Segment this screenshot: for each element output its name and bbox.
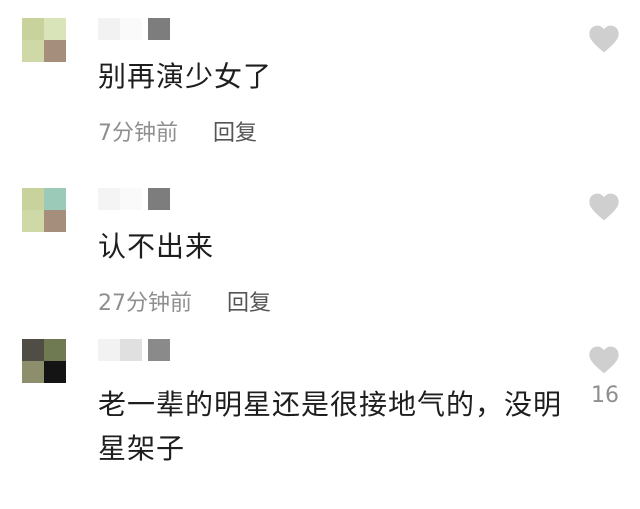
username-blurred[interactable]	[98, 188, 173, 210]
comment-meta: 27分钟前 回复	[98, 285, 271, 317]
comment-text: 老一辈的明星还是很接地气的，没明星架子	[98, 388, 563, 465]
comment-text: 认不出来	[98, 230, 215, 263]
reply-button[interactable]: 回复	[213, 115, 257, 147]
reply-button[interactable]: 回复	[227, 285, 271, 317]
comment-time: 7分钟前	[98, 121, 178, 146]
avatar[interactable]	[22, 339, 66, 383]
comment-item: 老一辈的明星还是很接地气的，没明星架子 16	[0, 335, 640, 509]
comment-time: 27分钟前	[98, 291, 192, 316]
username-blurred[interactable]	[98, 339, 173, 361]
avatar[interactable]	[22, 18, 66, 62]
comment-item: 认不出来 27分钟前 回复	[0, 170, 640, 335]
comment-item: 别再演少女了 7分钟前 回复	[0, 0, 640, 170]
like-count: 16	[591, 383, 619, 408]
heart-icon[interactable]	[588, 24, 620, 54]
heart-icon[interactable]	[588, 192, 620, 222]
comment-text: 别再演少女了	[98, 60, 273, 93]
comment-meta: 7分钟前 回复	[98, 115, 257, 147]
avatar[interactable]	[22, 188, 66, 232]
username-blurred[interactable]	[98, 18, 173, 40]
heart-icon[interactable]	[588, 345, 620, 375]
